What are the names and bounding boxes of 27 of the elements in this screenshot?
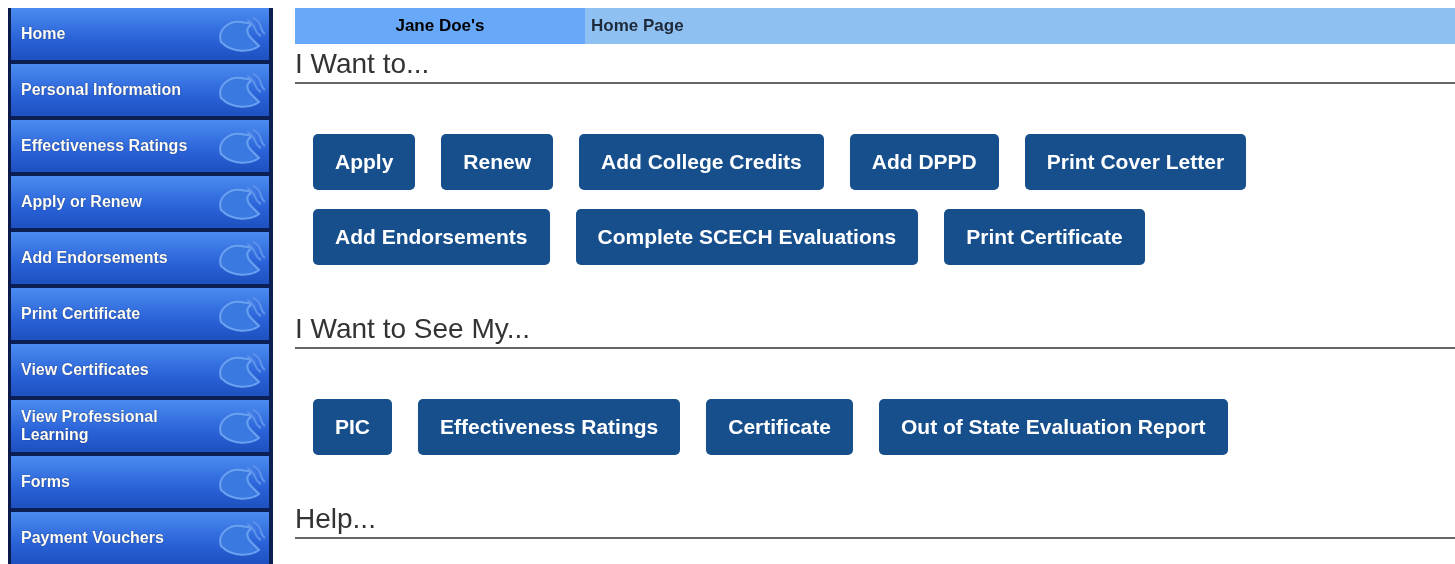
user-name: Jane Doe's [295,8,585,44]
action-button[interactable]: Apply [313,134,416,190]
action-button[interactable]: Add College Credits [579,134,824,190]
action-button[interactable]: Effectiveness Ratings [418,399,681,455]
sidebar-item[interactable]: View Professional Learning [11,400,273,456]
sidebar-item[interactable]: View Certificates [11,344,273,400]
action-button[interactable]: Certificate [706,399,853,455]
action-button[interactable]: Out of State Evaluation Report [878,399,1228,455]
page-title: Home Page [590,16,684,36]
section-heading: I Want to See My... [295,313,1455,349]
section-heading: I Want to... [295,48,1455,84]
action-button[interactable]: Renew [441,134,554,190]
sidebar-item[interactable]: Apply or Renew [11,176,273,232]
sidebar-item[interactable]: Forms [11,456,273,512]
action-button[interactable]: Print Certificate [944,209,1145,265]
action-button[interactable]: Add Endorsements [313,209,550,265]
sidebar-item[interactable]: Print Certificate [11,288,273,344]
section-heading: Help... [295,503,1455,539]
action-button[interactable]: Print Cover Letter [1024,134,1247,190]
sidebar-item[interactable]: Personal Information [11,64,273,120]
sidebar-item[interactable]: Effectiveness Ratings [11,120,273,176]
sidebar-item[interactable]: Add Endorsements [11,232,273,288]
sidebar-item[interactable]: Home [11,8,273,64]
action-button[interactable]: PIC [313,399,392,455]
action-button[interactable]: Complete SCECH Evaluations [575,209,919,265]
action-button[interactable]: Add DPPD [849,134,999,190]
sidebar-item[interactable]: Payment Vouchers [11,512,273,564]
